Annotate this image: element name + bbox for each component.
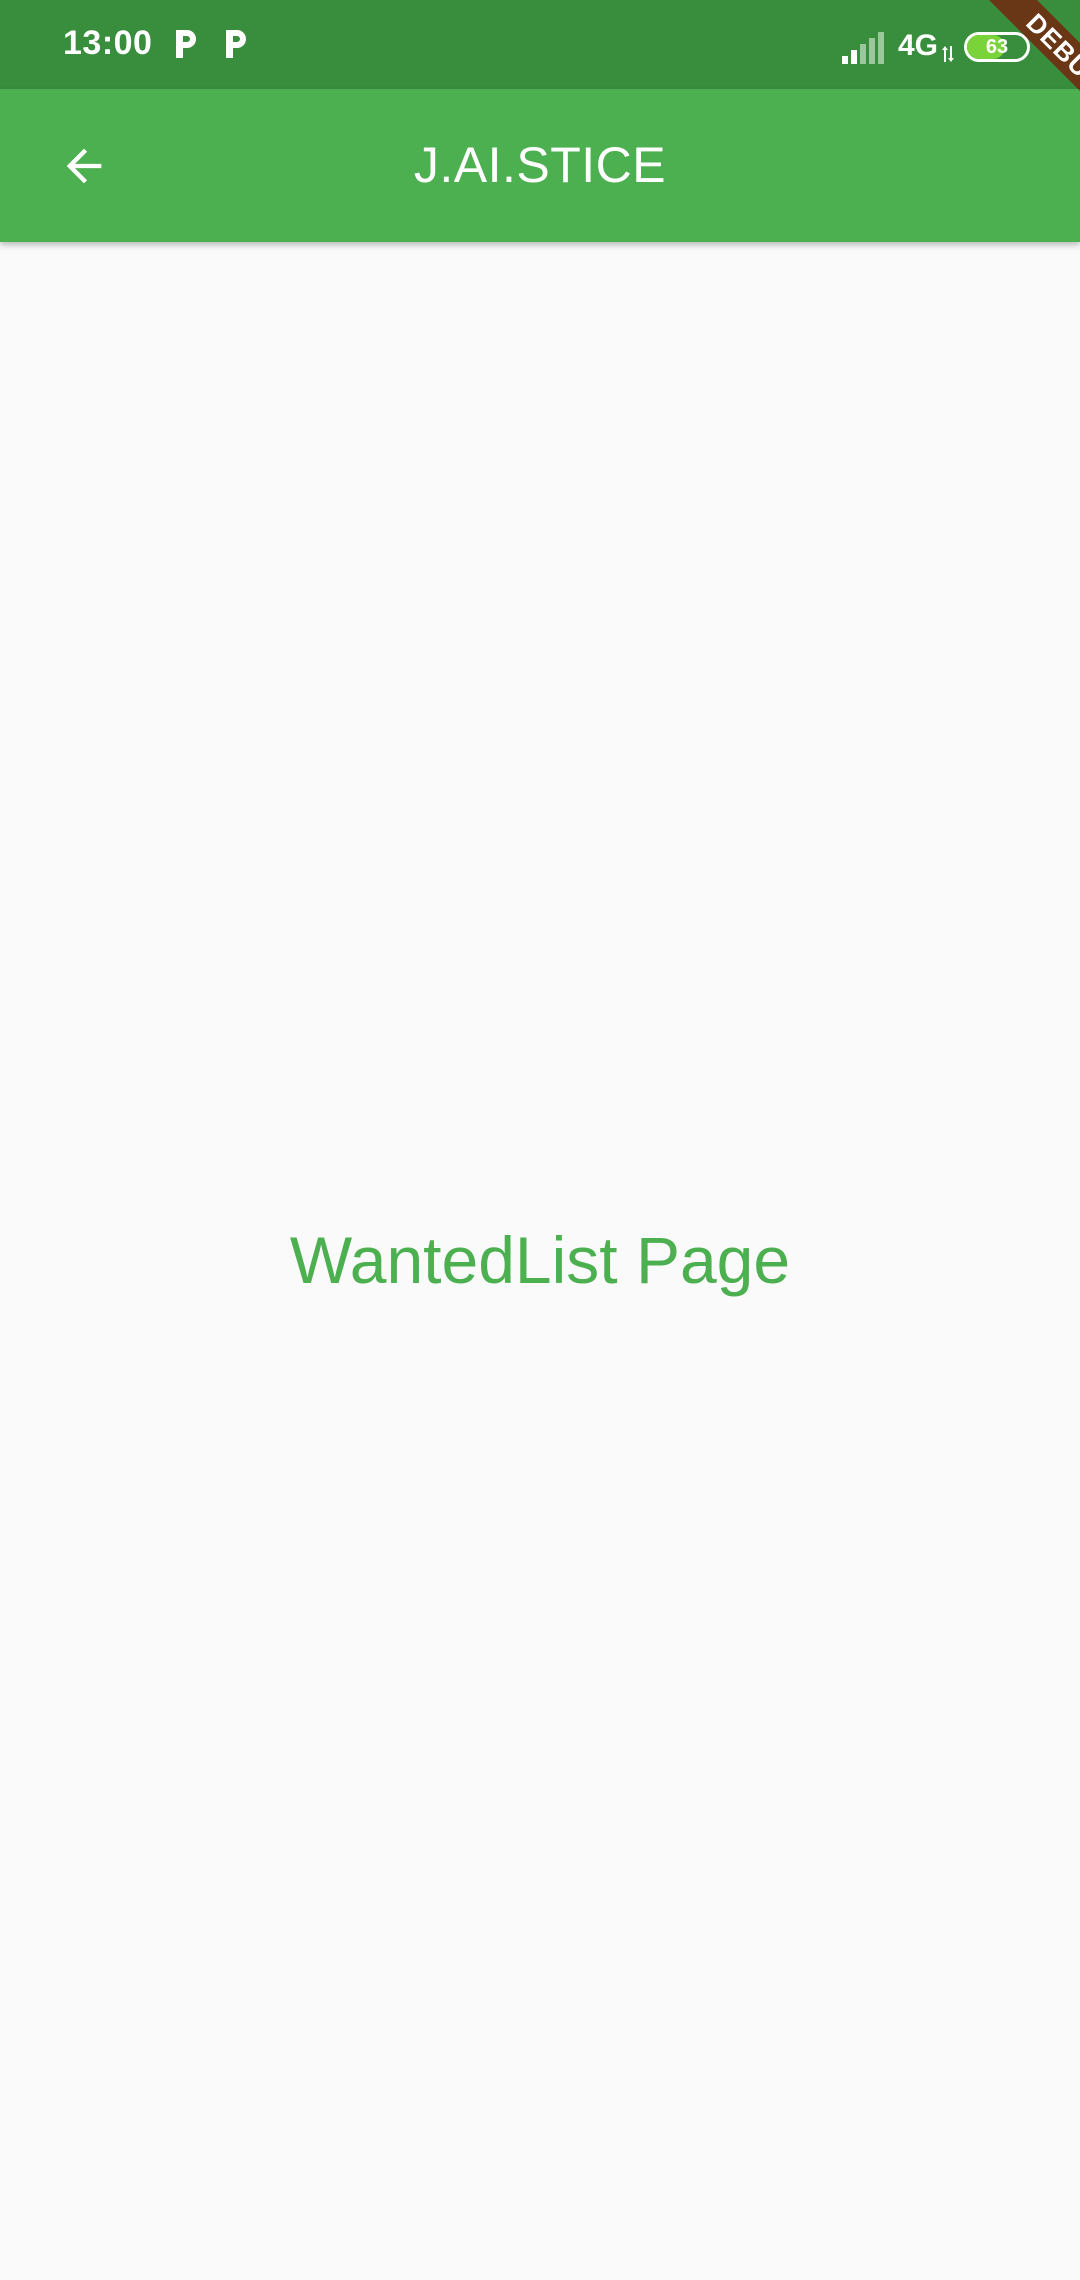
- data-activity-icon: [942, 46, 954, 62]
- battery-level: 63: [985, 36, 1009, 58]
- network-type: 4G: [898, 29, 939, 62]
- page-content-label: WantedList Page: [289, 1223, 791, 1297]
- parking-icon: [226, 30, 246, 58]
- parking-icon: [176, 30, 196, 58]
- signal-strength-icon: [842, 32, 884, 64]
- page-title: J.AI.STICE: [413, 137, 667, 193]
- battery-icon: 63: [964, 32, 1030, 62]
- app-bar: J.AI.STICE: [0, 89, 1080, 242]
- status-time: 13:00: [63, 24, 153, 62]
- status-bar: 13:00 4G 63: [0, 0, 1080, 89]
